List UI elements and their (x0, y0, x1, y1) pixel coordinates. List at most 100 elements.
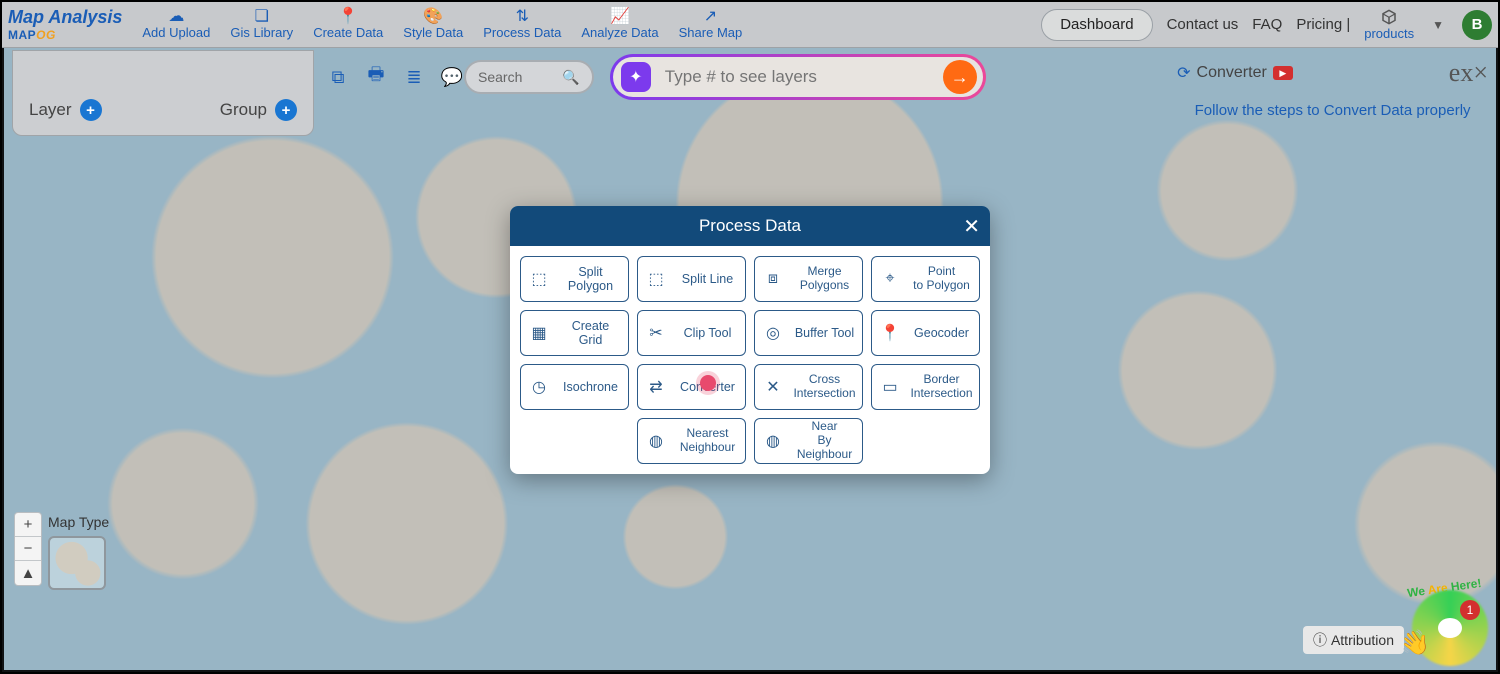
nav-analyze-data[interactable]: 📈Analyze Data (581, 9, 658, 40)
tool-icon: ▭ (878, 375, 902, 399)
modal-title: Process Data (699, 216, 801, 236)
converter-label: Converter (1197, 64, 1267, 82)
tool-label: NearBy Neighbour (793, 420, 856, 461)
tool-nearest-neighbour[interactable]: ◍ NearestNeighbour (637, 418, 746, 464)
close-converter[interactable]: ex× (1449, 58, 1488, 88)
nav-add-upload[interactable]: ☁Add Upload (142, 9, 210, 40)
tool-label: Isochrone (559, 380, 622, 394)
tool-create-grid[interactable]: ▦Create Grid (520, 310, 629, 356)
caret-down-icon[interactable]: ▼ (1428, 18, 1448, 32)
tool-icon: ⌖ (878, 267, 902, 291)
tool-icon: ◍ (644, 429, 668, 453)
refresh-icon[interactable]: ⟳ (1177, 63, 1190, 83)
tool-label: Split Line (676, 272, 739, 286)
info-icon: ⓘ (1313, 630, 1327, 650)
add-layer-button[interactable]: Layer + (29, 99, 102, 121)
chat-badge: 1 (1460, 600, 1480, 620)
tool-icon: ▦ (527, 321, 551, 345)
nav-create-data[interactable]: 📍Create Data (313, 9, 383, 40)
layer-command-field[interactable] (665, 67, 929, 87)
tool-split-line[interactable]: ⬚ Split Line (637, 256, 746, 302)
zoom-out-button[interactable]: − (15, 537, 41, 561)
arrow-right-icon: → (951, 67, 969, 88)
tool-isochrone[interactable]: ◷Isochrone (520, 364, 629, 410)
map-type-thumb[interactable] (48, 536, 106, 590)
contact-link[interactable]: Contact us (1167, 16, 1239, 33)
zoom-reset-button[interactable]: ▲ (15, 561, 41, 585)
tool-label: NearestNeighbour (676, 427, 739, 455)
tool-label: Pointto Polygon (910, 265, 973, 293)
nav-icon: 🎨 (423, 9, 443, 25)
layer-group-panel: Layer + Group + (12, 50, 314, 136)
zoom-controls: + − ▲ (14, 512, 42, 586)
nav-icon: 📈 (610, 9, 630, 25)
products-menu[interactable]: products (1364, 8, 1414, 41)
tool-point-to-polygon[interactable]: ⌖ Pointto Polygon (871, 256, 980, 302)
toolstrip-icon-2[interactable]: ≣ (402, 65, 426, 89)
cursor-indicator (700, 375, 716, 391)
tool-icon: ⬚ (527, 267, 551, 291)
search-input[interactable]: Search 🔍 (464, 60, 594, 94)
go-button[interactable]: → (943, 60, 977, 94)
converter-panel: ⟳ Converter ▶ ex× Follow the steps to Co… (1177, 58, 1488, 119)
tool-label: Clip Tool (676, 326, 739, 340)
tool-converter[interactable]: ⇄Converter (637, 364, 746, 410)
tool-icon: ◎ (761, 321, 785, 345)
nav-icon: ❏ (255, 9, 269, 25)
converter-hint: Follow the steps to Convert Data properl… (1177, 102, 1488, 119)
tool-border-intersection[interactable]: ▭ BorderIntersection (871, 364, 980, 410)
tool-icon: ⬚ (644, 267, 668, 291)
nav-process-data[interactable]: ⇅Process Data (483, 9, 561, 40)
youtube-icon[interactable]: ▶ (1273, 66, 1293, 80)
tool-icon: ⧈ (761, 267, 785, 291)
add-group-button[interactable]: Group + (220, 99, 297, 121)
nav-icon: ⇅ (516, 9, 529, 25)
chat-icon (1438, 618, 1462, 638)
nav-icon: 📍 (338, 9, 358, 25)
tool-merge-polygons[interactable]: ⧈ MergePolygons (754, 256, 863, 302)
tool-label: Split Polygon (559, 265, 622, 294)
close-icon[interactable]: ✕ (963, 214, 980, 239)
brand[interactable]: Map Analysis MAPOG (8, 7, 122, 42)
nav-icon: ☁ (168, 9, 184, 25)
plus-icon: + (80, 99, 102, 121)
user-avatar[interactable]: B (1462, 10, 1492, 40)
top-toolbar: Map Analysis MAPOG ☁Add Upload ❏Gis Libra… (2, 2, 1498, 48)
nav-share-map[interactable]: ↗Share Map (679, 9, 743, 40)
map-type-switcher: Map Type (48, 514, 109, 590)
toolstrip-icon-1[interactable]: 🖶 (364, 65, 388, 89)
tool-label: Geocoder (910, 326, 973, 340)
tool-icon: ◍ (761, 429, 785, 453)
search-placeholder: Search (478, 69, 522, 85)
tool-geocoder[interactable]: 📍Geocoder (871, 310, 980, 356)
zoom-in-button[interactable]: + (15, 513, 41, 537)
nav-style-data[interactable]: 🎨Style Data (403, 9, 463, 40)
tool-icon: ✕ (761, 375, 785, 399)
tool-label: BorderIntersection (910, 373, 973, 401)
tool-cross-intersection[interactable]: ✕ CrossIntersection (754, 364, 863, 410)
attribution-badge[interactable]: ⓘ Attribution (1303, 626, 1404, 654)
tool-icon: ⇄ (644, 375, 668, 399)
layer-command-input[interactable]: ✦ → (613, 57, 983, 97)
tool-label: Buffer Tool (793, 326, 856, 340)
brand-title: Map Analysis (8, 7, 122, 28)
brand-subtitle: MAPOG (8, 28, 56, 42)
tool-near-by-neighbour[interactable]: ◍ NearBy Neighbour (754, 418, 863, 464)
tool-label: CrossIntersection (793, 373, 856, 401)
process-data-modal: Process Data ✕ ⬚ Split Polygon ⬚ Split Line… (510, 206, 990, 474)
tool-split-polygon[interactable]: ⬚ Split Polygon (520, 256, 629, 302)
toolstrip-icon-0[interactable]: ⧉ (326, 65, 350, 89)
pricing-link[interactable]: Pricing | (1296, 16, 1350, 33)
search-icon: 🔍 (562, 69, 579, 86)
toolstrip-icon-3[interactable]: 💬 (440, 65, 464, 89)
wave-icon: 👋 (1398, 627, 1432, 661)
tool-buffer-tool[interactable]: ◎ Buffer Tool (754, 310, 863, 356)
map-type-label: Map Type (48, 514, 109, 530)
tool-label: MergePolygons (793, 265, 856, 293)
faq-link[interactable]: FAQ (1252, 16, 1282, 33)
tool-clip-tool[interactable]: ✂Clip Tool (637, 310, 746, 356)
nav-gis-library[interactable]: ❏Gis Library (230, 9, 293, 40)
sparkle-icon: ✦ (621, 62, 651, 92)
dashboard-button[interactable]: Dashboard (1041, 9, 1152, 41)
cube-icon (1380, 8, 1398, 26)
